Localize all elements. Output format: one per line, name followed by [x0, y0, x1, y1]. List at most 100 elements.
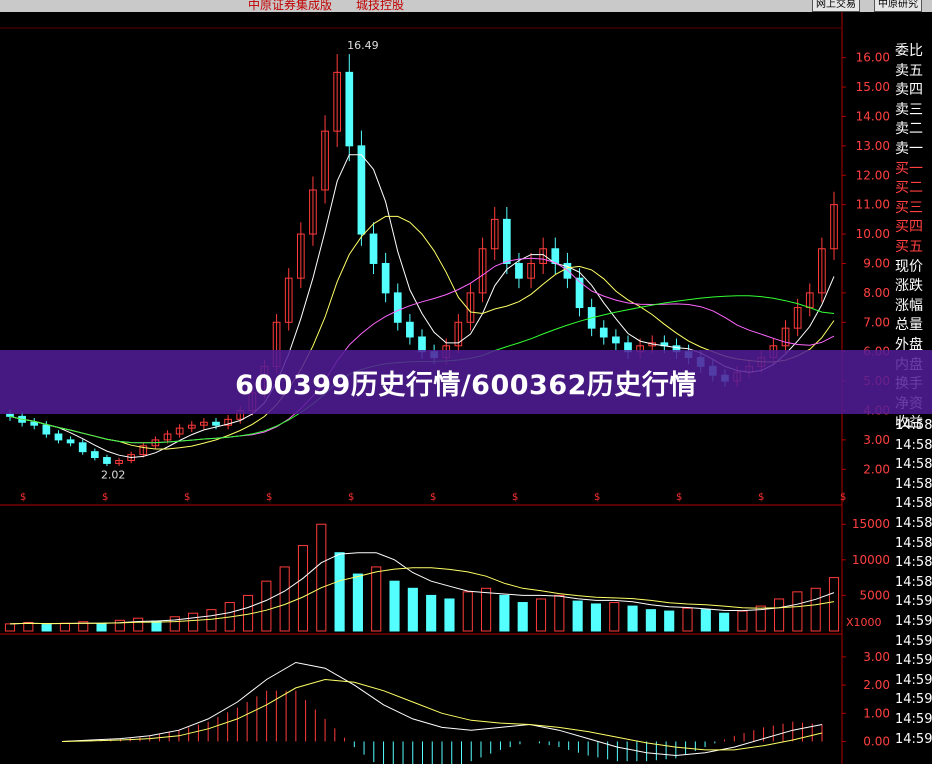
event-marker: $ — [594, 492, 600, 503]
quote-label: 买五 — [895, 238, 923, 255]
volume-bar — [334, 552, 345, 632]
tick-time: 14:58 — [895, 574, 932, 590]
candle-body — [381, 262, 390, 294]
tick-time: 14:59 — [895, 633, 932, 649]
candle-body — [345, 71, 354, 147]
top-toolbar: 中原证券集成版 城技控股 网上交易 中原研究 — [0, 0, 932, 12]
volume-bar — [59, 622, 70, 632]
macd-dea-line — [61, 678, 823, 751]
volume-bar — [517, 602, 528, 632]
tick-time: 14:58 — [895, 555, 932, 571]
volume-bar — [114, 619, 125, 632]
candle-body — [103, 457, 111, 464]
candle-body — [612, 336, 620, 344]
candle-body — [393, 292, 402, 323]
y-tick-label: 11.00 — [856, 198, 890, 212]
y-tick-label: 16.00 — [856, 51, 890, 65]
volume-bar — [572, 600, 583, 632]
quote-label: 总量 — [895, 317, 923, 334]
banner-title: 600399历史行情/600362历史行情 — [235, 369, 697, 401]
tick-time: 14:59 — [895, 731, 932, 747]
volume-bar — [316, 523, 327, 632]
research-button[interactable]: 中原研究 — [874, 0, 922, 12]
title-banner: 600399历史行情/600362历史行情 — [0, 350, 932, 414]
y-tick-label: 8.00 — [863, 286, 890, 300]
tick-time: 14:59 — [895, 653, 932, 669]
candle-body — [599, 327, 608, 338]
volume-bar — [389, 580, 400, 632]
candle-body — [90, 451, 99, 459]
tick-time: 14:58 — [895, 496, 932, 512]
volume-bar — [792, 591, 803, 632]
volume-bar — [352, 573, 363, 632]
candle-body — [502, 218, 511, 264]
candle-body — [369, 233, 378, 264]
volume-bar — [774, 598, 785, 632]
tick-time: 14:58 — [895, 515, 932, 531]
event-marker: $ — [184, 492, 190, 503]
event-marker: $ — [512, 492, 518, 503]
volume-bar — [700, 609, 711, 632]
quote-label: 涨幅 — [895, 297, 923, 314]
y-tick-label: 3.00 — [863, 433, 890, 447]
volume-bar — [664, 610, 675, 632]
candle-body — [66, 439, 75, 444]
candle-body — [575, 277, 584, 309]
candle-body — [357, 145, 366, 235]
volume-bar — [4, 623, 16, 632]
volume-bar — [828, 577, 840, 632]
volume-bar — [535, 598, 547, 632]
menu-item-stock[interactable]: 城技控股 — [356, 0, 404, 12]
low-annotation: 2.02 — [101, 469, 126, 482]
app-title: 中原证券集成版 — [248, 0, 333, 12]
volume-bar — [206, 609, 217, 632]
volume-unit: X1000 — [846, 616, 882, 629]
volume-bar — [279, 566, 290, 632]
online-trade-button[interactable]: 网上交易 — [812, 0, 860, 12]
quote-label: 卖二 — [895, 121, 923, 138]
volume-bar — [261, 580, 272, 632]
candle-body — [6, 413, 14, 417]
tick-time: 14:58 — [895, 476, 932, 492]
volume-bar — [407, 587, 418, 632]
candle-body — [54, 433, 63, 441]
volume-bar — [188, 612, 199, 632]
y-tick-label: 14.00 — [856, 109, 890, 123]
volume-bar — [444, 598, 455, 632]
volume-bar — [462, 591, 473, 632]
volume-bar — [169, 616, 180, 632]
volume-bar — [499, 594, 510, 632]
event-marker: $ — [348, 492, 354, 503]
tick-time: 14:59 — [895, 613, 932, 629]
event-marker: $ — [758, 492, 764, 503]
volume-bar — [133, 617, 144, 632]
y-tick-label: 1.00 — [863, 706, 890, 720]
quote-label: 买三 — [895, 199, 923, 216]
tick-time: 14:58 — [895, 457, 932, 473]
volume-bar — [737, 610, 748, 632]
quote-label: 买一 — [895, 160, 923, 177]
quote-label: 买四 — [895, 219, 923, 236]
volume-bar — [41, 624, 52, 632]
y-tick-label: 5000 — [859, 588, 890, 602]
candle-body — [515, 262, 523, 279]
quote-label: 涨跌 — [895, 278, 923, 295]
volume-bar — [426, 594, 437, 632]
quote-label: 卖四 — [895, 82, 923, 99]
candle-body — [78, 442, 87, 453]
candle-body — [212, 421, 220, 426]
candle-body — [30, 421, 39, 426]
quote-label: 卖一 — [895, 140, 923, 157]
volume-bar — [682, 607, 693, 632]
volume-bar — [810, 587, 821, 632]
quote-label: 委比 — [895, 43, 923, 59]
event-marker: $ — [266, 492, 272, 503]
tick-time: 14:58 — [895, 418, 932, 433]
event-marker: $ — [102, 492, 108, 503]
tick-time: 14:58 — [895, 535, 932, 551]
event-marker: $ — [676, 492, 682, 503]
quote-label: 现价 — [895, 258, 923, 275]
volume-bar — [627, 605, 638, 632]
high-annotation: 16.49 — [347, 39, 379, 52]
y-tick-label: 13.00 — [856, 139, 890, 153]
